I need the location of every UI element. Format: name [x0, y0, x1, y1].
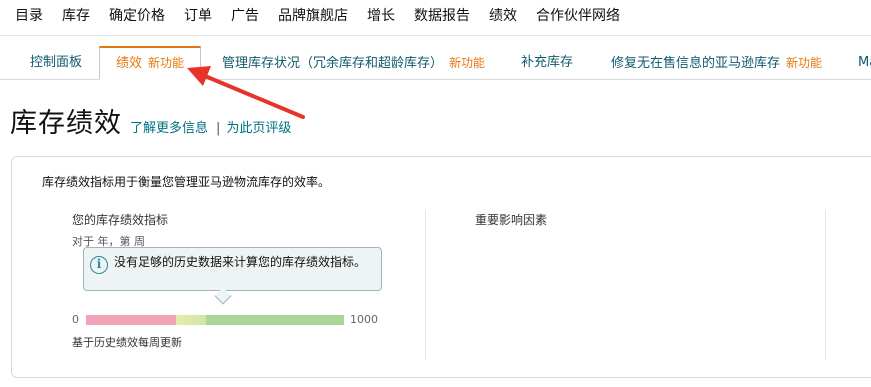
new-feature-badge: 新功能: [786, 56, 823, 70]
learn-more-link[interactable]: 了解更多信息: [130, 117, 208, 136]
no-data-notice: i 没有足够的历史数据来计算您的库存绩效指标。: [83, 247, 382, 291]
tab-more[interactable]: Ma: [858, 46, 871, 80]
card-intro: 库存绩效指标用于衡量您管理亚马逊物流库存的效率。: [42, 175, 331, 189]
tab-label: 补充库存: [521, 55, 574, 70]
scale-max: 1000: [350, 313, 378, 326]
scale-min: 0: [72, 313, 79, 326]
tab-restock-inventory[interactable]: 补充库存: [521, 46, 573, 80]
nav-growth[interactable]: 增长: [367, 5, 395, 25]
metric-title: 您的库存绩效指标: [72, 213, 169, 227]
tab-label: 修复无在售信息的亚马逊库存: [611, 56, 781, 71]
tab-label: Ma: [858, 55, 871, 70]
nav-stores[interactable]: 品牌旗舰店: [278, 5, 348, 25]
nav-orders[interactable]: 订单: [184, 5, 212, 25]
update-footnote: 基于历史绩效每周更新: [72, 336, 182, 349]
nav-pricing[interactable]: 确定价格: [109, 5, 165, 25]
title-row: 库存绩效 了解更多信息 | 为此页评级: [10, 100, 291, 140]
nav-partner-network[interactable]: 合作伙伴网络: [536, 5, 620, 25]
bar-segment-low: [86, 315, 176, 325]
tab-label: 控制面板: [30, 55, 83, 70]
factors-title: 重要影响因素: [475, 213, 548, 227]
column-divider: [425, 210, 426, 360]
page-title: 库存绩效: [10, 108, 122, 139]
tab-fix-stranded-inventory[interactable]: 修复无在售信息的亚马逊库存 新功能: [611, 46, 822, 80]
nav-performance[interactable]: 绩效: [489, 5, 517, 25]
new-feature-badge: 新功能: [449, 56, 486, 70]
tab-bar: 控制面板 绩效 新功能 管理库存状况（冗余库存和超龄库存） 新功能 补充库存 修复无…: [0, 46, 871, 80]
tab-dashboard[interactable]: 控制面板: [30, 46, 82, 80]
tab-performance[interactable]: 绩效 新功能: [99, 46, 202, 80]
info-icon: i: [90, 256, 108, 274]
bar-segment-high: [206, 315, 344, 325]
column-divider: [825, 210, 826, 360]
nav-reports[interactable]: 数据报告: [414, 5, 470, 25]
performance-card: 库存绩效指标用于衡量您管理亚马逊物流库存的效率。 您的库存绩效指标 对于 年，第…: [11, 156, 871, 378]
tab-label: 绩效: [116, 56, 143, 71]
tab-manage-inventory-health[interactable]: 管理库存状况（冗余库存和超龄库存） 新功能: [222, 46, 485, 80]
no-data-text: 没有足够的历史数据来计算您的库存绩效指标。: [114, 255, 367, 269]
top-nav: 目录 库存 确定价格 订单 广告 品牌旗舰店 增长 数据报告 绩效 合作伙伴网络: [0, 0, 871, 30]
performance-scale-bar: [86, 315, 344, 325]
tab-label: 管理库存状况（冗余库存和超龄库存）: [222, 56, 444, 71]
nav-divider: [0, 35, 871, 36]
nav-advertising[interactable]: 广告: [231, 5, 259, 25]
title-separator: |: [216, 121, 221, 136]
rate-page-link[interactable]: 为此页评级: [226, 117, 291, 136]
nav-inventory[interactable]: 库存: [62, 5, 90, 25]
bar-segment-mid: [176, 315, 206, 325]
nav-catalog[interactable]: 目录: [15, 5, 43, 25]
new-feature-badge: 新功能: [148, 56, 185, 70]
